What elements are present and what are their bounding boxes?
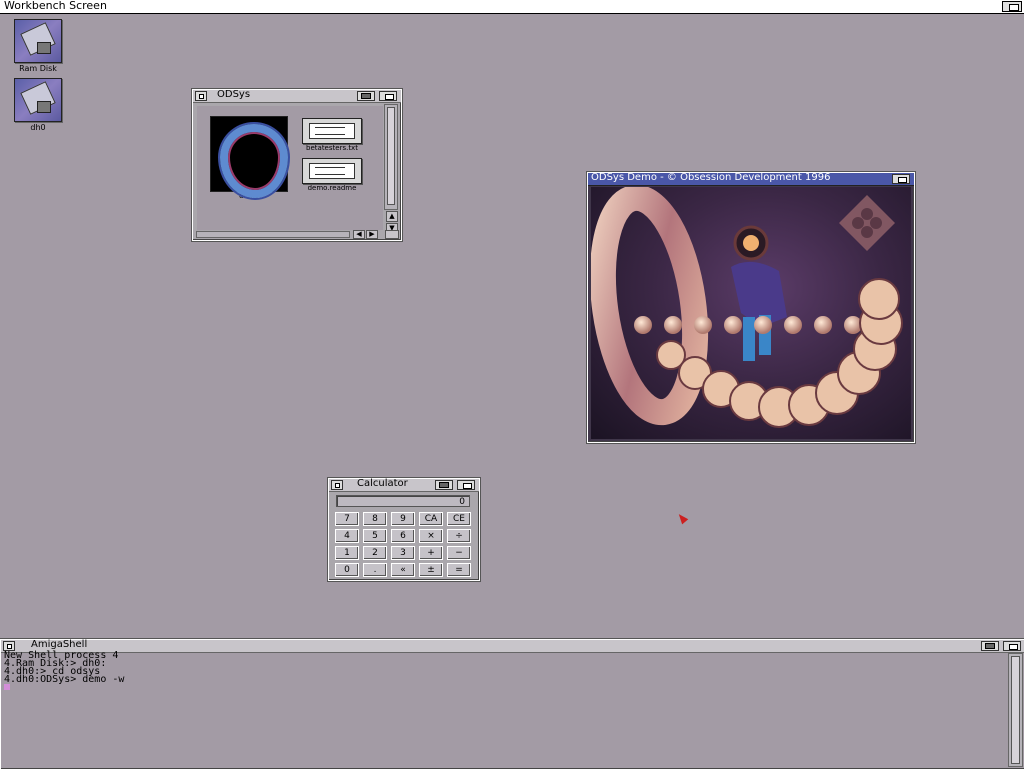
text-document-icon <box>302 158 362 184</box>
key-1[interactable]: 1 <box>335 546 359 560</box>
diamond-logo-icon <box>839 195 895 251</box>
desktop-icon-dh0[interactable]: dh0 <box>10 78 66 132</box>
key-4[interactable]: 4 <box>335 529 359 543</box>
floppy-disk-icon <box>14 78 62 122</box>
drawer-content: demo betatesters.txt demo.readme <box>197 106 383 230</box>
scroll-up-icon[interactable]: ▲ <box>386 211 398 222</box>
close-gadget-icon[interactable] <box>331 480 343 490</box>
key-8[interactable]: 8 <box>363 512 387 526</box>
odsys-demo-window[interactable]: ODSys Demo - © Obsession Development 199… <box>587 172 915 443</box>
key-decimal[interactable]: . <box>363 563 387 577</box>
desktop-icon-label: Ram Disk <box>19 64 57 73</box>
close-gadget-icon[interactable] <box>195 91 207 101</box>
scroll-knob[interactable] <box>387 107 395 205</box>
amigashell-window[interactable]: AmigaShell New Shell process 4 4.Ram Disk… <box>0 639 1024 770</box>
window-title-bar[interactable]: ODSys Demo - © Obsession Development 199… <box>588 172 914 186</box>
key-equals[interactable]: = <box>447 563 471 577</box>
calculator-window[interactable]: Calculator 0 7 8 9 CA CE 4 5 6 × ÷ 1 2 3… <box>328 478 480 581</box>
file-icon-label: demo.readme <box>307 184 357 192</box>
depth-gadget-icon[interactable] <box>892 174 910 184</box>
key-subtract[interactable]: − <box>447 546 471 560</box>
window-title-bar[interactable]: AmigaShell <box>1 639 1024 653</box>
key-add[interactable]: + <box>419 546 443 560</box>
scroll-knob[interactable] <box>1011 656 1020 764</box>
key-7[interactable]: 7 <box>335 512 359 526</box>
key-2[interactable]: 2 <box>363 546 387 560</box>
resize-gadget-icon[interactable] <box>385 230 399 239</box>
screen-title: Workbench Screen <box>4 0 107 12</box>
screen-depth-gadget[interactable] <box>1002 1 1022 12</box>
window-title: ODSys Demo - © Obsession Development 199… <box>591 172 831 183</box>
key-0[interactable]: 0 <box>335 563 359 577</box>
key-6[interactable]: 6 <box>391 529 415 543</box>
depth-gadget-icon[interactable] <box>457 480 475 490</box>
vertical-scrollbar[interactable] <box>1008 653 1023 767</box>
horizontal-scrollbar[interactable] <box>196 231 350 238</box>
zoom-gadget-icon[interactable] <box>435 480 453 490</box>
mouse-pointer-icon <box>675 511 689 525</box>
character-figure <box>731 225 787 361</box>
desktop-icon-label: dh0 <box>30 123 46 132</box>
zoom-gadget-icon[interactable] <box>981 641 999 651</box>
file-icon-betatesters[interactable]: betatesters.txt <box>301 118 363 152</box>
key-9[interactable]: 9 <box>391 512 415 526</box>
key-5[interactable]: 5 <box>363 529 387 543</box>
window-title: ODSys <box>217 89 251 100</box>
demo-program-icon <box>210 116 288 198</box>
text-cursor <box>4 684 10 690</box>
key-sign[interactable]: ± <box>419 563 443 577</box>
shell-line: 4.dh0:ODSys> demo -w <box>4 674 125 685</box>
file-icon-demo-readme[interactable]: demo.readme <box>301 158 363 192</box>
text-document-icon <box>302 118 362 144</box>
scroll-left-icon[interactable]: ◀ <box>353 230 365 239</box>
file-icon-label: betatesters.txt <box>306 144 358 152</box>
depth-gadget-icon[interactable] <box>379 91 397 101</box>
key-backspace[interactable]: « <box>391 563 415 577</box>
file-icon-demo[interactable]: demo <box>210 116 288 200</box>
screen-title-bar[interactable]: Workbench Screen <box>0 0 1024 14</box>
calculator-display: 0 <box>336 495 470 507</box>
key-clear-all[interactable]: CA <box>419 512 443 526</box>
key-clear-entry[interactable]: CE <box>447 512 471 526</box>
odsys-drawer-window[interactable]: ODSys demo betatesters.txt demo.readme ▲… <box>192 89 402 241</box>
depth-gadget-icon[interactable] <box>1003 641 1021 651</box>
key-3[interactable]: 3 <box>391 546 415 560</box>
scroll-right-icon[interactable]: ▶ <box>366 230 378 239</box>
key-multiply[interactable]: × <box>419 529 443 543</box>
window-title: Calculator <box>357 478 408 489</box>
window-title-bar[interactable]: Calculator <box>329 478 479 492</box>
key-divide[interactable]: ÷ <box>447 529 471 543</box>
zoom-gadget-icon[interactable] <box>357 91 375 101</box>
vertical-scrollbar[interactable] <box>384 104 398 210</box>
floppy-disk-icon <box>14 19 62 63</box>
demo-artwork <box>591 187 911 439</box>
window-title: AmigaShell <box>31 639 88 650</box>
window-title-bar[interactable]: ODSys <box>193 89 401 103</box>
desktop-icon-ram-disk[interactable]: Ram Disk <box>10 19 66 73</box>
shell-output[interactable]: New Shell process 4 4.Ram Disk:> dh0: 4.dh… <box>4 651 125 685</box>
